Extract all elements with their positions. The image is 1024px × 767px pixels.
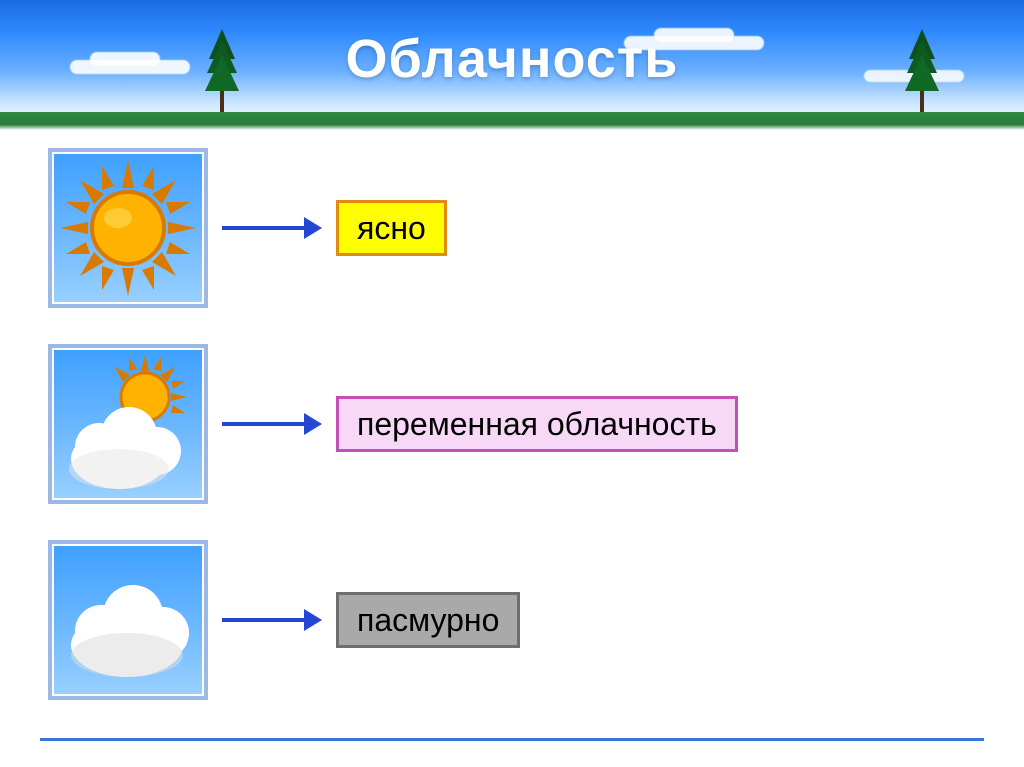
slide-header: Облачность	[0, 0, 1024, 130]
sun-icon	[48, 148, 208, 308]
slide-content: ясно	[0, 130, 1024, 700]
arrow-icon	[222, 605, 322, 635]
arrow-icon	[222, 409, 322, 439]
label-clear: ясно	[336, 200, 447, 256]
sun-cloud-icon	[48, 344, 208, 504]
weather-row: переменная облачность	[48, 344, 994, 504]
footer-divider	[40, 738, 984, 741]
slide-title: Облачность	[0, 28, 1024, 90]
cloud-icon	[48, 540, 208, 700]
label-partly-cloudy: переменная облачность	[336, 396, 738, 452]
arrow-icon	[222, 213, 322, 243]
label-overcast: пасмурно	[336, 592, 520, 648]
weather-row: ясно	[48, 148, 994, 308]
header-ground	[0, 112, 1024, 130]
weather-row: пасмурно	[48, 540, 994, 700]
